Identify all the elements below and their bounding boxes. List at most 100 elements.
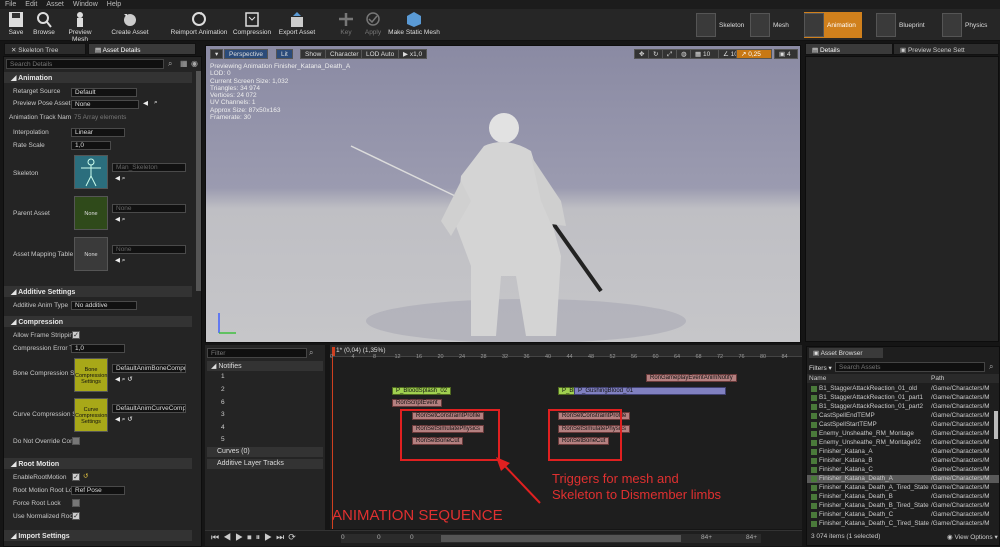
use-selected-icon[interactable]: ◀: [143, 99, 148, 107]
notify-gameplay-event[interactable]: RonGameplayEventAnimNotify: [646, 374, 737, 382]
asset-row[interactable]: Finisher_Katana_Death_B_Tired_State/Game…: [807, 502, 999, 510]
lit-button[interactable]: Lit: [276, 49, 293, 59]
asset-row[interactable]: Finisher_Katana_Death_A_Tired_State/Game…: [807, 484, 999, 492]
tab-details[interactable]: ▤ Details: [805, 43, 893, 55]
notify-track-label[interactable]: 3: [221, 411, 225, 418]
view-options-button[interactable]: ◉ View Options ▾: [947, 533, 998, 541]
notify-track-label[interactable]: 2: [221, 386, 225, 393]
parent-asset-thumbnail[interactable]: None: [74, 196, 108, 230]
asset-list-scrollbar[interactable]: [994, 411, 998, 439]
notify-blood-splash[interactable]: P_BloodSplash_02: [392, 387, 452, 395]
make-static-mesh-button[interactable]: Make Static Mesh: [388, 11, 440, 36]
use-selected-skeleton-icon[interactable]: ◀ ⌕: [115, 174, 125, 183]
asset-row[interactable]: Enemy_Unsheathe_RM_Montage02/Game/Charac…: [807, 439, 999, 447]
mode-physics[interactable]: Physics: [942, 12, 987, 38]
filter-input[interactable]: Filter: [207, 348, 307, 358]
tab-preview-scene-settings[interactable]: ▣ Preview Scene Sett: [893, 43, 999, 55]
menu-asset[interactable]: Asset: [46, 1, 64, 8]
perspective-button[interactable]: Perspective: [224, 49, 268, 59]
preview-mesh-button[interactable]: Preview Mesh: [60, 11, 100, 43]
details-search-input[interactable]: Search Details: [6, 59, 164, 69]
use-normalized-root-checkbox[interactable]: ✓: [72, 512, 80, 520]
category-compression[interactable]: ◢ Compression: [4, 316, 192, 327]
viewport-options-button[interactable]: ▾: [210, 49, 224, 59]
asset-row[interactable]: Finisher_Katana_B/Game/Characters/M: [807, 457, 999, 465]
lod-button[interactable]: LOD Auto: [361, 49, 400, 59]
save-button[interactable]: Save: [5, 11, 27, 36]
parent-asset-dropdown[interactable]: None: [112, 204, 186, 213]
mapping-table-dropdown[interactable]: None: [112, 245, 186, 254]
camera-speed-button[interactable]: ▣ 4: [774, 49, 798, 59]
asset-row[interactable]: Finisher_Katana_A/Game/Characters/M: [807, 448, 999, 456]
asset-row[interactable]: Finisher_Katana_Death_A/Game/Characters/…: [807, 475, 999, 483]
apply-button[interactable]: Apply: [362, 11, 384, 36]
mode-skeleton[interactable]: Skeleton: [696, 12, 744, 38]
tab-asset-details[interactable]: ▤ Asset Details: [88, 43, 196, 55]
interpolation-dropdown[interactable]: Linear: [71, 128, 125, 137]
asset-search-input[interactable]: Search Assets: [835, 362, 985, 372]
category-root-motion[interactable]: ◢ Root Motion: [4, 458, 192, 469]
enable-root-motion-checkbox[interactable]: ✓: [72, 473, 80, 481]
playback-controls[interactable]: ⏮◀▶⏹⏸▶⏭⟳: [211, 532, 300, 543]
mode-mesh[interactable]: Mesh: [750, 12, 789, 38]
asset-row[interactable]: Finisher_Katana_C/Game/Characters/M: [807, 466, 999, 474]
asset-row[interactable]: Finisher_Katana_Death_C/Game/Characters/…: [807, 511, 999, 519]
grid-snap-button[interactable]: ▦ 10: [690, 49, 720, 59]
mapping-table-thumbnail[interactable]: None: [74, 237, 108, 271]
mode-blueprint[interactable]: Blueprint: [876, 12, 925, 38]
tab-skeleton-tree[interactable]: ✕ Skeleton Tree: [4, 43, 86, 55]
menu-edit[interactable]: Edit: [25, 1, 37, 8]
menu-help[interactable]: Help: [107, 1, 121, 8]
force-root-lock-checkbox[interactable]: [72, 499, 80, 507]
browse-button[interactable]: Browse: [32, 11, 56, 36]
asset-row[interactable]: Enemy_Unsheathe_RM_Montage/Game/Characte…: [807, 430, 999, 438]
playback-speed-button[interactable]: ▶ x1,0: [398, 49, 428, 59]
asset-row[interactable]: Finisher_Katana_Death_B/Game/Characters/…: [807, 493, 999, 501]
preview-viewport[interactable]: ▾ Perspective Lit Show Character LOD Aut…: [205, 45, 801, 343]
compression-button[interactable]: Compression: [232, 11, 272, 36]
asset-row[interactable]: CastSpellEndTEMP/Game/Characters/M: [807, 412, 999, 420]
category-animation[interactable]: ◢ Animation: [4, 72, 192, 83]
notify-track-label[interactable]: 1: [221, 373, 225, 380]
character-button[interactable]: Character: [325, 49, 364, 59]
scale-snap-button[interactable]: ↗ 0,25: [736, 49, 772, 59]
compression-error-input[interactable]: 1,0: [71, 344, 125, 353]
additive-tracks-header[interactable]: Additive Layer Tracks: [207, 459, 323, 469]
create-asset-button[interactable]: Create Asset: [110, 11, 150, 36]
additive-type-dropdown[interactable]: No additive: [71, 301, 137, 310]
browse-asset-icon[interactable]: ⌕: [154, 99, 158, 107]
details-scrollbar[interactable]: [196, 71, 201, 291]
no-override-checkbox[interactable]: [72, 437, 80, 445]
filters-button[interactable]: Filters ▾: [809, 364, 832, 372]
timeline-scrollbar[interactable]: [341, 534, 761, 543]
skeleton-thumbnail[interactable]: [74, 155, 108, 189]
asset-row[interactable]: B1_StaggerAttackReaction_01_part2/Game/C…: [807, 403, 999, 411]
bone-compression-actions-icon[interactable]: ◀ ⌕ ↺: [115, 375, 133, 384]
reimport-animation-button[interactable]: Reimport Animation: [170, 11, 228, 36]
tab-asset-browser[interactable]: ▣ Asset Browser: [809, 348, 883, 358]
category-import-settings[interactable]: ◢ Import Settings: [4, 530, 192, 541]
grid-view-icon[interactable]: ▦: [180, 59, 188, 68]
notify-track-label[interactable]: 4: [221, 424, 225, 431]
curve-compression-thumbnail[interactable]: Curve Compression Settings: [74, 398, 108, 432]
retarget-source-dropdown[interactable]: Default: [71, 88, 137, 97]
curve-compression-actions-icon[interactable]: ◀ ⌕ ↺: [115, 415, 133, 424]
visibility-icon[interactable]: ◉: [191, 59, 199, 68]
notify-track-label[interactable]: 6: [221, 399, 225, 406]
asset-row[interactable]: B1_StaggerAttackReaction_01_part1/Game/C…: [807, 394, 999, 402]
preview-pose-dropdown[interactable]: None: [71, 100, 139, 109]
key-button[interactable]: Key: [336, 11, 356, 36]
notify-script-event[interactable]: RonScriptEvent: [392, 399, 442, 407]
mode-animation[interactable]: Animation: [804, 12, 862, 38]
use-selected-parent-icon[interactable]: ◀ ⌕: [115, 215, 125, 224]
transform-scale-icon[interactable]: ⤢: [662, 49, 678, 59]
curve-compression-dropdown[interactable]: DefaultAnimCurveCompre: [112, 404, 186, 413]
column-name-header[interactable]: Name: [809, 375, 826, 382]
notify-track-area[interactable]: 1* (0,04) (1,35%) 0481216202428323640444…: [330, 345, 802, 529]
show-button[interactable]: Show: [300, 49, 327, 59]
export-asset-button[interactable]: Export Asset: [276, 11, 318, 36]
root-lock-dropdown[interactable]: Ref Pose: [71, 486, 125, 495]
notify-gushing-blood[interactable]: P_GushingBlood_01: [574, 387, 726, 395]
menu-window[interactable]: Window: [73, 1, 98, 8]
reset-icon[interactable]: ↺: [83, 472, 88, 480]
